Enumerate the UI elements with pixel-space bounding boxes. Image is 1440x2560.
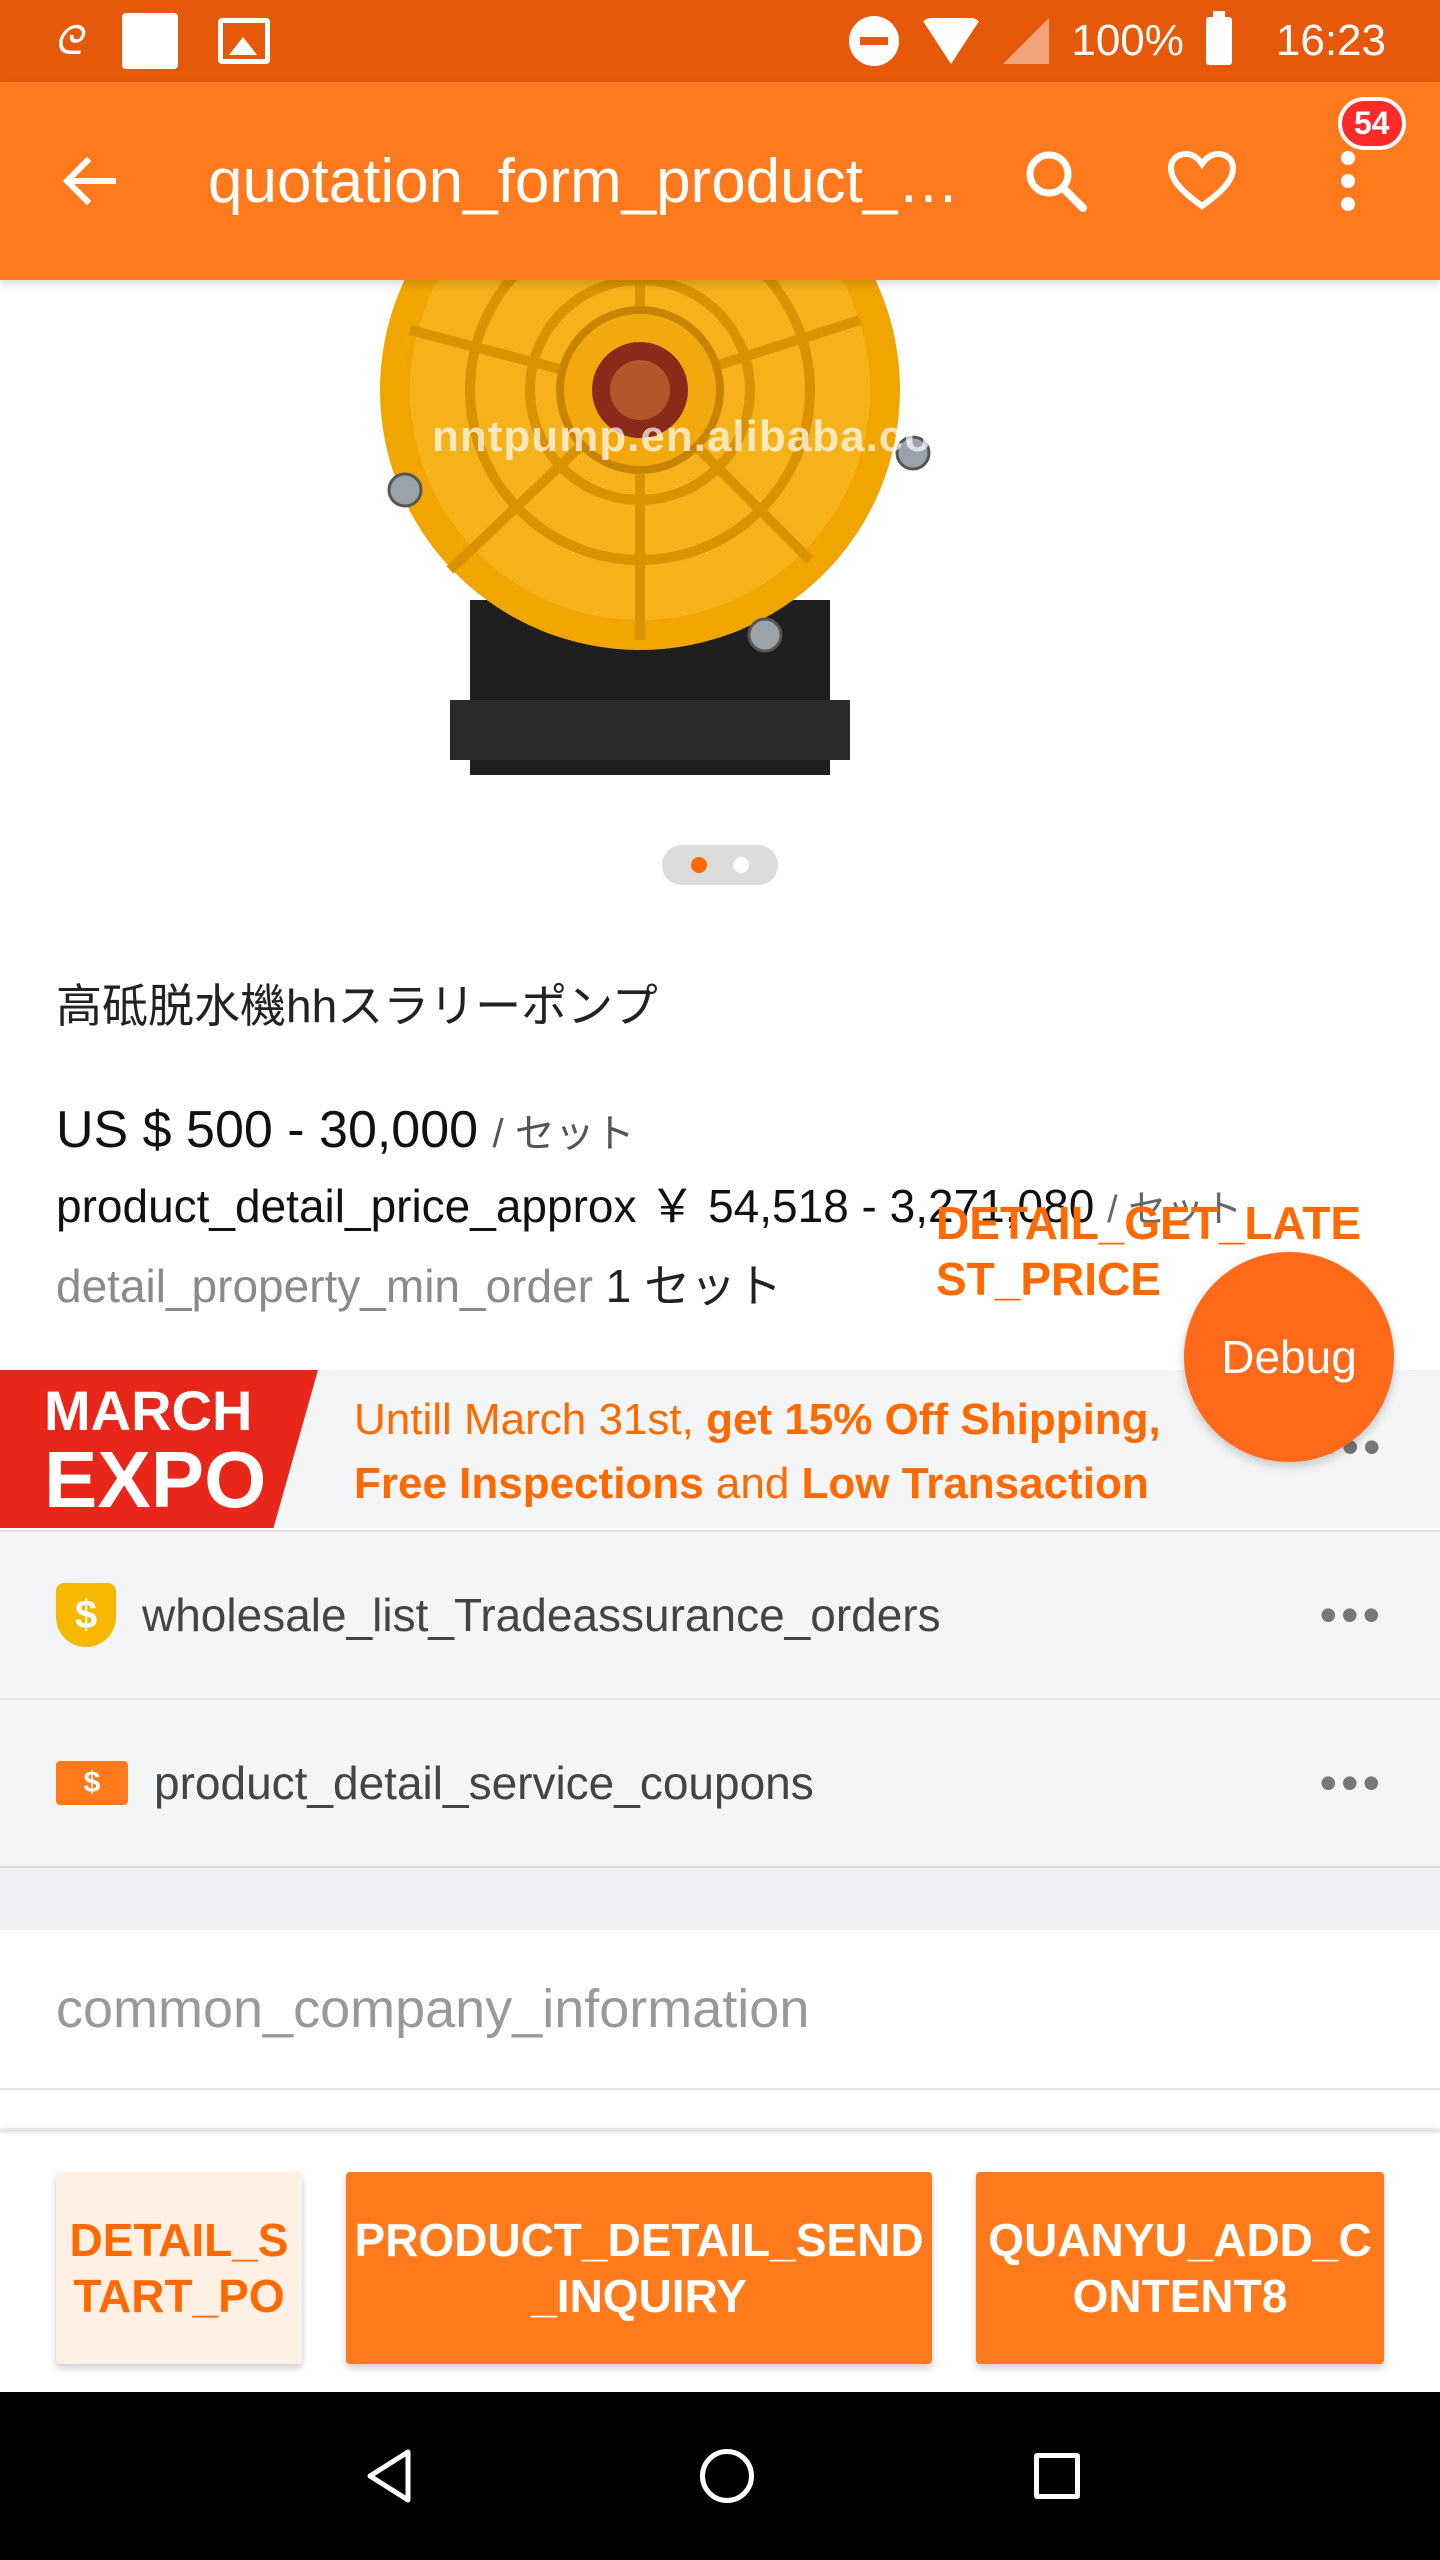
expo-badge-line1: MARCH	[44, 1379, 253, 1442]
expo-text-bold-3: Low Transaction	[801, 1459, 1149, 1508]
section-divider	[0, 2128, 1440, 2132]
page-title: quotation_form_product_name	[208, 146, 968, 216]
carousel-pager[interactable]	[662, 845, 778, 885]
product-image-carousel[interactable]: nntpump.en.alibaba.com	[0, 280, 1440, 840]
company-information-header[interactable]: common_company_information	[0, 1930, 1440, 2090]
battery-percent: 100%	[1071, 16, 1184, 65]
coupons-label: product_detail_service_coupons	[154, 1757, 814, 1809]
product-title: 高砥脱水機hhスラリーポンプ	[56, 980, 658, 1032]
price-range: US $ 500 - 30,000	[56, 1101, 479, 1159]
trade-assurance-icon: $	[56, 1583, 116, 1647]
notification-badge: 54	[1338, 97, 1406, 150]
more-horiz-icon[interactable]: •••	[1319, 1754, 1384, 1812]
expo-badge-line2: EXPO	[44, 1435, 267, 1524]
pager-dot-active	[691, 857, 707, 873]
pager-dot	[733, 857, 749, 873]
clock: 16:23	[1275, 16, 1386, 65]
min-order: detail_property_min_order 1 セット	[56, 1250, 782, 1316]
section-divider	[0, 1866, 1440, 1930]
min-order-value: 1 セット	[605, 1260, 783, 1312]
nav-home-icon[interactable]	[700, 2449, 754, 2503]
status-bar: ᘓ 100% 16:23	[0, 0, 1440, 82]
wifi-icon	[921, 18, 982, 64]
expo-badge: MARCH EXPO	[0, 1370, 318, 1528]
search-icon	[1026, 151, 1087, 212]
trade-assurance-row[interactable]: $ wholesale_list_Tradeassurance_orders •…	[0, 1530, 1440, 1698]
more-horiz-icon[interactable]: •••	[1319, 1586, 1384, 1644]
alibaba-icon: ᘓ	[54, 18, 83, 63]
add-content-button[interactable]: QUANYU_ADD_CONTENT8	[976, 2172, 1384, 2364]
do-not-disturb-icon	[849, 16, 900, 66]
trade-assurance-label: wholesale_list_Tradeassurance_orders	[142, 1589, 941, 1641]
price-unit: / セット	[492, 1112, 635, 1156]
battery-icon	[1205, 11, 1232, 65]
coupon-icon: $	[56, 1761, 128, 1805]
more-vert-icon	[1341, 151, 1355, 211]
system-nav-bar	[0, 2392, 1440, 2560]
back-button[interactable]	[54, 146, 124, 216]
app-bar: quotation_form_product_name 54	[0, 82, 1440, 280]
expo-text-2: and	[703, 1459, 802, 1508]
product-photo	[380, 280, 931, 775]
nav-back-icon[interactable]	[360, 2446, 420, 2506]
nav-recents-icon[interactable]	[1034, 2453, 1080, 2499]
debug-button[interactable]: Debug	[1184, 1252, 1394, 1462]
favorite-button[interactable]	[1164, 143, 1240, 219]
min-order-label: detail_property_min_order	[56, 1260, 593, 1312]
start-order-button[interactable]: DETAIL_START_PO	[56, 2172, 302, 2364]
more-menu-button[interactable]: 54	[1310, 97, 1406, 219]
back-arrow-icon	[62, 156, 116, 206]
expo-text-1: Untill March 31st,	[354, 1395, 707, 1444]
approx-label: product_detail_price_approx	[56, 1180, 637, 1232]
square-notification-icon	[122, 13, 179, 69]
bottom-action-bar: DETAIL_START_PO PRODUCT_DETAIL_SEND_INQU…	[0, 2134, 1440, 2392]
expo-promo-text: Untill March 31st, get 15% Off Shipping,…	[354, 1388, 1194, 1516]
price: US $ 500 - 30,000 / セット	[56, 1100, 635, 1160]
send-inquiry-button[interactable]: PRODUCT_DETAIL_SEND_INQUIRY	[346, 2172, 932, 2364]
search-button[interactable]	[1018, 143, 1094, 219]
expo-text-bold-1: get 15% Off Shipping,	[706, 1395, 1161, 1444]
coupons-row[interactable]: $ product_detail_service_coupons •••	[0, 1698, 1440, 1866]
image-watermark: nntpump.en.alibaba.com	[432, 412, 973, 461]
expo-text-bold-2: Free Inspections	[354, 1459, 704, 1508]
heart-icon	[1167, 150, 1237, 210]
signal-icon	[1003, 18, 1050, 64]
image-notification-icon	[218, 18, 271, 64]
